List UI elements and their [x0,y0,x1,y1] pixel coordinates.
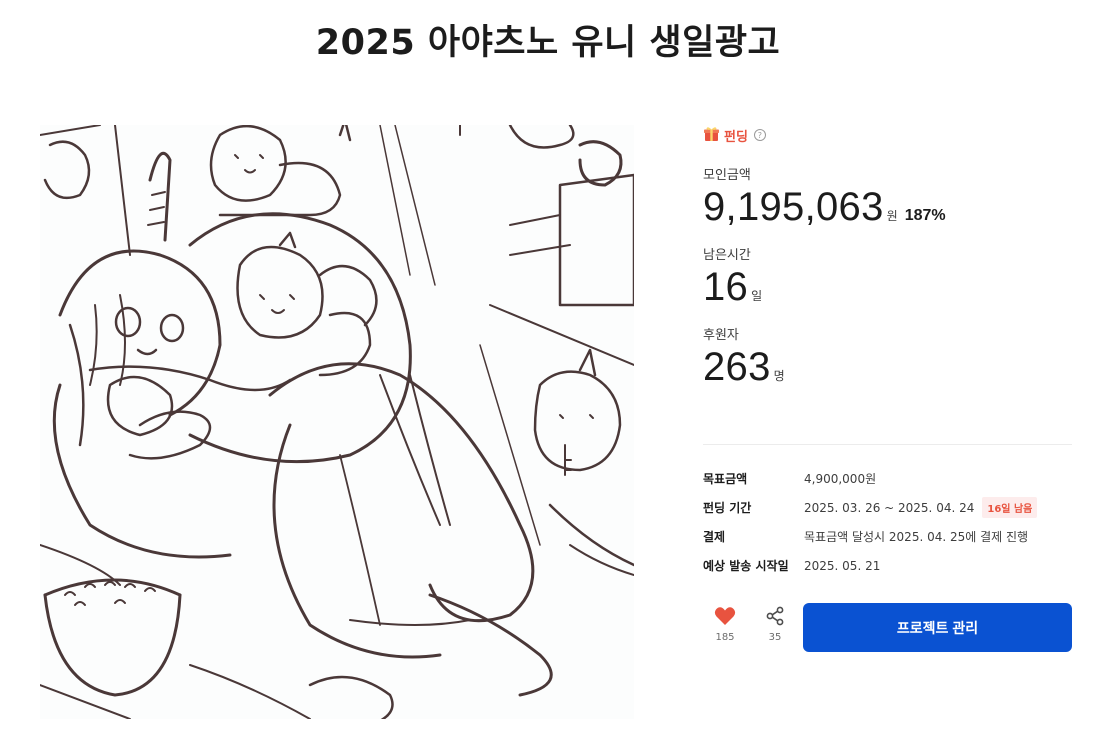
funding-summary: 펀딩 ? 모인금액 9,195,063 원 187% 남은시간 16 일 후원자… [703,124,1072,390]
share-icon [755,606,795,626]
info-row-payment: 결제 목표금액 달성시 2025. 04. 25에 결제 진행 [703,522,1072,551]
category-label: 펀딩 [724,129,748,145]
info-key: 결제 [703,530,726,544]
info-row-shipping: 예상 발송 시작일 2025. 05. 21 [703,551,1072,580]
days-left-badge: 16일 남음 [982,497,1038,518]
share-count: 35 [768,632,782,643]
info-row-period: 펀딩 기간 2025. 03. 26 ~ 2025. 04. 24 16일 남음 [703,493,1072,522]
info-value: 목표금액 달성시 2025. 04. 25에 결제 진행 [804,530,1029,544]
project-info: 목표금액 4,900,000원 펀딩 기간 2025. 03. 26 ~ 202… [703,464,1072,580]
backers-value: 263 [703,345,771,389]
backers-unit: 명 [773,369,785,383]
share-button[interactable]: 35 [755,606,795,643]
amount-value: 9,195,063 [703,185,884,229]
info-row-goal: 목표금액 4,900,000원 [703,464,1072,493]
info-key: 펀딩 기간 [703,501,752,515]
info-value: 4,900,000원 [804,472,877,486]
action-bar: 185 35 프로젝트 관리 [703,603,1072,653]
time-left-stat: 남은시간 16 일 [703,244,1072,310]
category-tag: 펀딩 ? [703,124,1072,146]
info-value: 2025. 03. 26 ~ 2025. 04. 24 [804,500,975,515]
info-value: 2025. 05. 21 [804,558,881,573]
divider [703,444,1072,445]
heart-icon [705,606,745,626]
amount-label: 모인금액 [703,168,751,183]
like-button[interactable]: 185 [705,606,745,643]
time-left-label: 남은시간 [703,248,751,263]
like-count: 185 [715,632,735,643]
help-icon[interactable]: ? [753,129,766,141]
amount-unit: 원 [886,209,898,223]
page-title: 2025 아야츠노 유니 생일광고 [315,23,781,63]
time-left-value: 16 [703,265,749,309]
info-key: 예상 발송 시작일 [703,559,789,573]
project-main-image [40,125,634,719]
achievement-percent: 187% [904,207,946,224]
manage-project-button[interactable]: 프로젝트 관리 [803,603,1072,652]
info-key: 목표금액 [703,472,748,486]
gift-icon [703,125,720,146]
sketch-illustration [40,125,634,719]
backers-stat: 후원자 263 명 [703,324,1072,390]
backers-label: 후원자 [703,328,739,343]
amount-stat: 모인금액 9,195,063 원 187% [703,164,1072,230]
time-left-unit: 일 [751,289,763,303]
